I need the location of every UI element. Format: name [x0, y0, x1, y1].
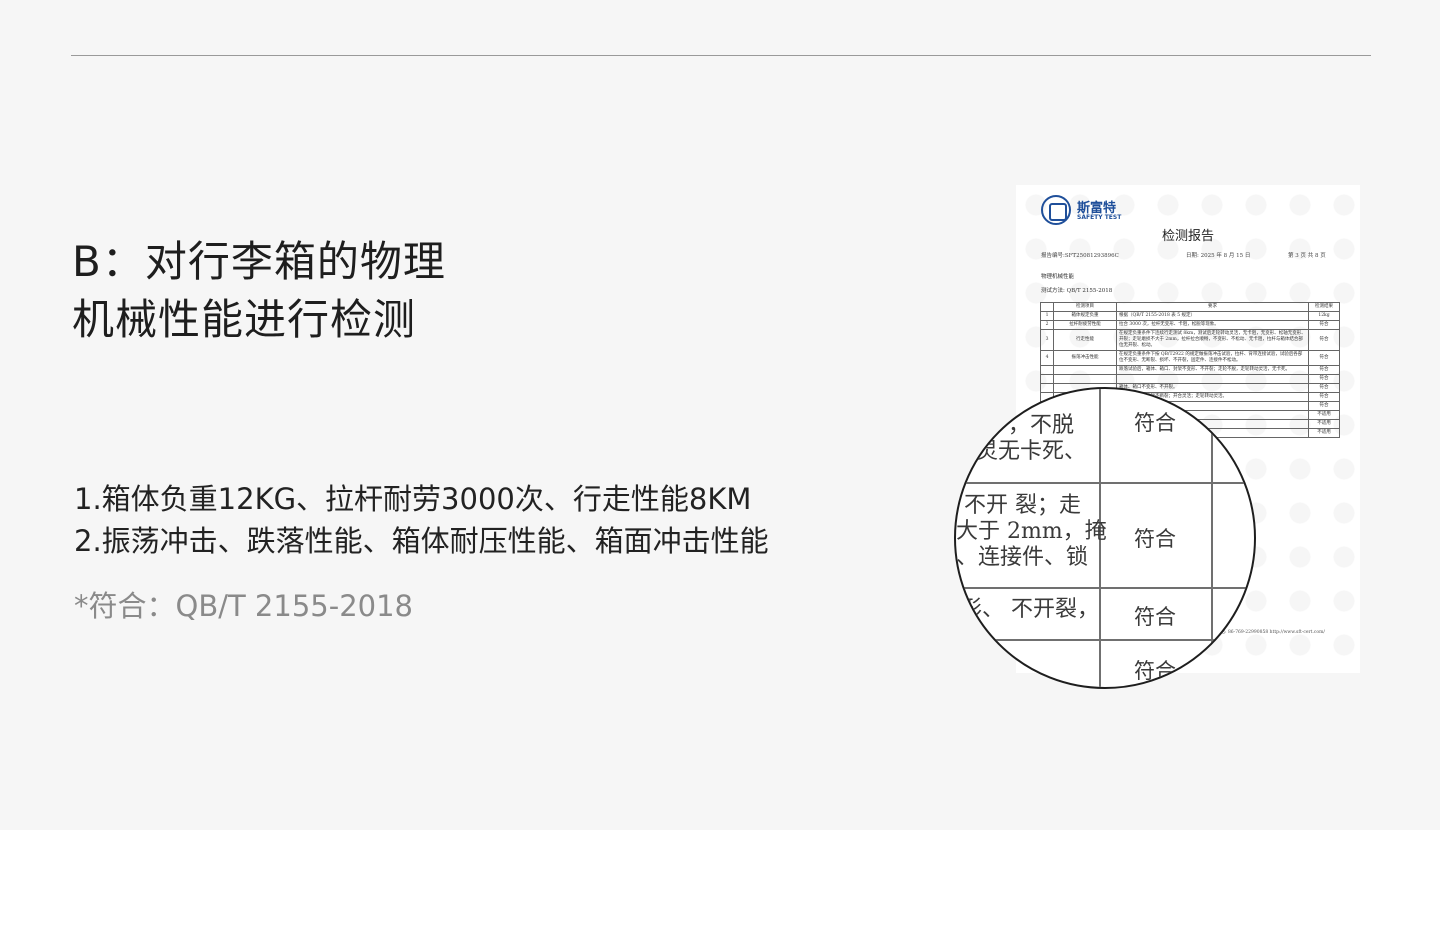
content-panel: B：对行李箱的物理 机械性能进行检测 1.箱体负重12KG、拉杆耐劳3000次、…	[0, 0, 1440, 830]
zoom-text: 灵无卡死、	[976, 439, 1087, 464]
header-requirement: 要求	[1116, 302, 1309, 312]
zoom-text: 、连接件、锁	[956, 545, 1089, 570]
zoom-row-line	[956, 587, 1254, 589]
heading-line-2: 机械性能进行检测	[72, 295, 417, 344]
report-title: 检测报告	[1161, 229, 1214, 244]
zoom-column-line	[1211, 429, 1213, 687]
zoom-result-pass: 符合	[1134, 527, 1176, 551]
zoom-row-line	[956, 482, 1254, 484]
report-date: 日期: 2025 年 8 月 15 日	[1186, 253, 1251, 259]
magnifier-lens: ，不脱 灵无卡死、 不开 裂；走 大于 2mm，掩 、连接件、锁 形、 不开裂，…	[954, 387, 1256, 689]
section-heading: B：对行李箱的物理 机械性能进行检测	[72, 233, 446, 349]
table-header-row: 检测项目 要求 检测结果	[1040, 302, 1340, 312]
feature-list: 1.箱体负重12KG、拉杆耐劳3000次、行走性能8KM 2.振荡冲击、跌落性能…	[74, 478, 769, 562]
table-row: 3 行走性能 在规定负重条件下连续行走测试 8km，测试后走轮转动灵活，无卡阻，…	[1040, 329, 1340, 351]
zoom-row-line	[956, 639, 1254, 641]
report-section: 物理机械性能	[1041, 274, 1075, 280]
report-method: 测试方法: QB/T 2155-2018	[1041, 288, 1113, 294]
zoom-result-pass: 符合	[1134, 659, 1176, 683]
header-item: 检测项目	[1053, 302, 1117, 312]
zoom-result-pass: 符合	[1134, 605, 1176, 629]
table-row: 符合	[1040, 374, 1340, 384]
report-footer: 电话: 86-769-22990858 http://www.sft-cert.…	[1216, 630, 1325, 635]
header-result: 检测结果	[1308, 302, 1340, 312]
heading-line-1: B：对行李箱的物理	[72, 237, 446, 286]
safety-test-logo-icon	[1041, 195, 1071, 225]
standard-note: *符合：QB/T 2155-2018	[74, 589, 413, 623]
zoom-text: 形、 不开裂，	[960, 597, 1099, 622]
zoom-result-pass: 符合	[1134, 411, 1176, 435]
table-row: 跌落试验后，箱体、箱口、封架不变形、不开裂；走轮不脱，走轮转动灵活，无卡死。 符…	[1040, 365, 1340, 375]
feature-line-1: 1.箱体负重12KG、拉杆耐劳3000次、行走性能8KM	[74, 482, 752, 516]
table-row: 2 拉杆耐疲劳性能 拉合 3000 次，拉杆无变形、卡阻，松脱等现象。 符合	[1040, 320, 1340, 330]
report-number: 报告编号:SFT25081293896C	[1041, 253, 1119, 259]
brand-name-en: SAFETY TEST	[1077, 214, 1122, 221]
top-divider	[71, 55, 1371, 56]
feature-line-2: 2.振荡冲击、跌落性能、箱体耐压性能、箱面冲击性能	[74, 524, 769, 558]
report-page: 第 3 页 共 8 页	[1288, 253, 1326, 259]
table-row: 1 箱体规定负重 根据（QB/T 2155-2018 表 5 规定） 12kg	[1040, 311, 1340, 321]
table-row: 4 振荡冲击性能 在规定负重条件下按 QB/T2922 的规定做振荡冲击试验，拉…	[1040, 350, 1340, 366]
